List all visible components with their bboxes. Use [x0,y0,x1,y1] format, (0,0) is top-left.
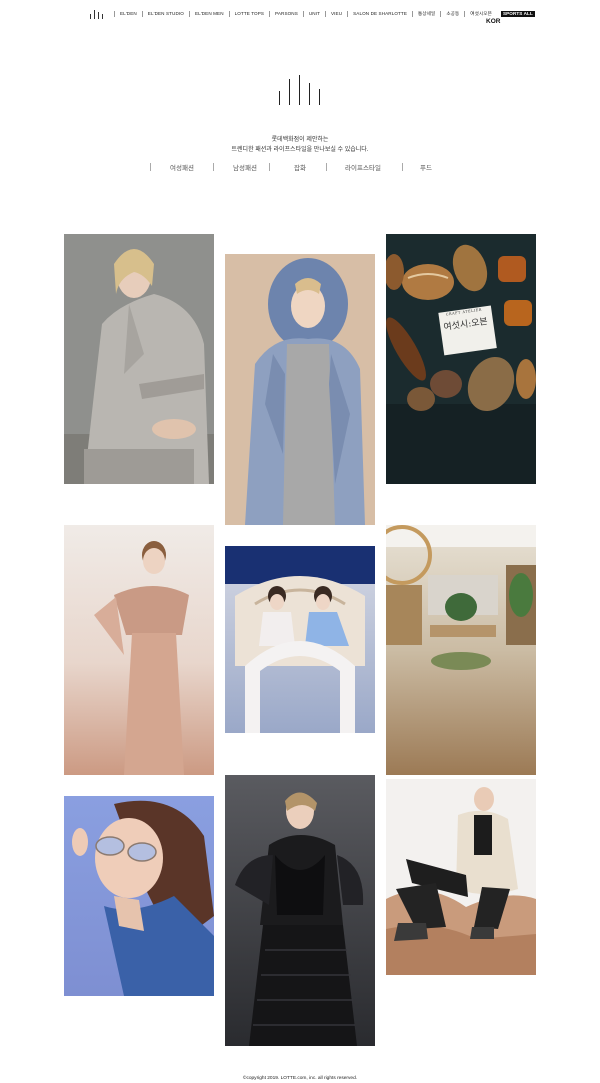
nav-item-sogongdong[interactable]: 소공동 [440,11,464,17]
top-navigation: EL'DEN EL'DEN STUDIO EL'DEN MEN LOTTE TO… [114,9,535,19]
language-selector[interactable]: KOR [486,18,500,25]
category-lifestyle[interactable]: 라이프스타일 [333,162,393,172]
tile-kids-playground[interactable] [225,546,375,733]
category-divider [326,163,327,171]
category-accessories[interactable]: 잡화 [270,162,330,172]
hero-tagline-line2: 트렌디한 패션과 라이프스타일을 만나보실 수 있습니다. [231,147,369,153]
tile-kids-dress-pink[interactable] [64,525,214,775]
nav-item-elden[interactable]: EL'DEN [114,11,142,17]
hero-tagline-line1: 롯데백화점이 제안하는 [271,137,329,143]
nav-item-six-oven[interactable]: 여섯시오븐 [464,11,497,17]
nav-item-elden-men[interactable]: EL'DEN MEN [188,11,229,17]
tile-accessories-sunglasses[interactable] [64,796,214,996]
nav-item-salon-de-sharlotte[interactable]: SALON DE SHARLOTTE [347,11,412,17]
nav-item-lotte-tops[interactable]: LOTTE TOPS [228,11,269,17]
tile-lifestyle-store[interactable] [386,525,536,775]
tile-womens-coat-grey[interactable] [64,234,214,484]
tile-bakery-six-oven[interactable]: CRAFT ATELIER 여섯시:오븐 [386,234,536,484]
nav-item-elden-studio[interactable]: EL'DEN STUDIO [141,11,189,17]
nav-item-parsons[interactable]: PARSONS [269,11,303,17]
category-womens-fashion[interactable]: 여성패션 [152,162,212,172]
nav-item-vieu[interactable]: VIEU [325,11,347,17]
category-food[interactable]: 푸드 [396,162,456,172]
tile-womens-coat-blue[interactable] [225,254,375,525]
nav-item-unit[interactable]: UNIT [302,11,325,17]
tile-mens-shearling-jacket[interactable] [386,779,536,975]
category-mens-fashion[interactable]: 남성패션 [215,162,275,172]
brand-logo-small[interactable] [88,9,104,19]
category-divider [213,163,214,171]
nav-item-sports-all[interactable]: SPORTS ALL [500,11,535,17]
footer-copyright: ©copyright 2019. LOTTE.com, inc. all rig… [242,1076,358,1081]
category-navigation: 여성패션 남성패션 잡화 라이프스타일 푸드 [150,161,450,173]
category-divider [150,163,151,171]
nav-item-sale[interactable]: 통상세일 [412,11,440,17]
brand-logo [279,75,321,105]
tile-womens-padded-coat[interactable] [225,775,375,1046]
